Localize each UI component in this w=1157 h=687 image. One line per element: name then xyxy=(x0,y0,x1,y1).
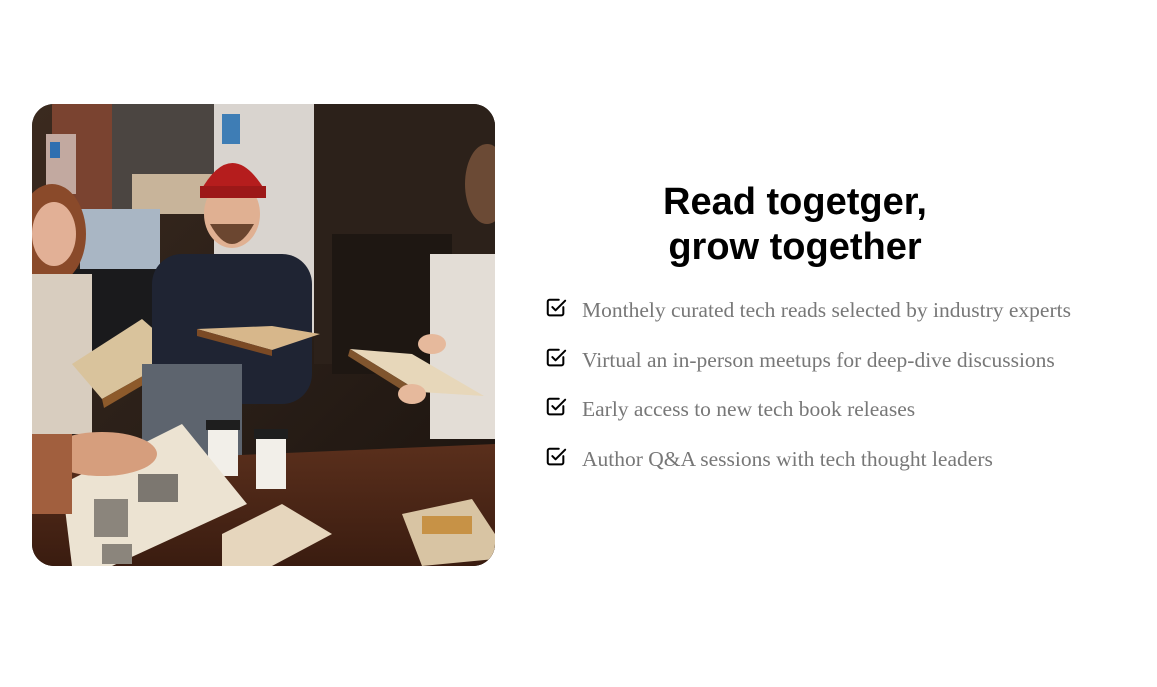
list-item: Virtual an in-person meetups for deep-di… xyxy=(545,347,1125,397)
feature-text: Monthely curated tech reads selected by … xyxy=(582,298,1071,322)
content-column: Read togetger, grow together Monthely cu… xyxy=(545,180,1125,495)
book-club-section: Read togetger, grow together Monthely cu… xyxy=(0,0,1157,687)
checkbox-check-icon xyxy=(546,298,567,317)
list-item: Author Q&A sessions with tech thought le… xyxy=(545,446,1125,496)
section-heading: Read togetger, grow together xyxy=(545,180,1045,270)
checkbox-check-icon xyxy=(546,447,567,465)
checkbox-check-icon xyxy=(546,397,567,416)
feature-text: Virtual an in-person meetups for deep-di… xyxy=(582,347,1055,372)
list-item: Early access to new tech book releases xyxy=(545,396,1125,446)
reading-group-photo xyxy=(32,104,495,566)
heading-line-2: grow together xyxy=(668,226,922,268)
heading-line-1: Read togetger, xyxy=(663,181,927,223)
feature-text: Early access to new tech book releases xyxy=(582,397,916,421)
feature-text: Author Q&A sessions with tech thought le… xyxy=(582,446,993,471)
list-item: Monthely curated tech reads selected by … xyxy=(545,297,1125,347)
checkbox-check-icon xyxy=(546,348,567,366)
feature-list: Monthely curated tech reads selected by … xyxy=(545,297,1125,495)
